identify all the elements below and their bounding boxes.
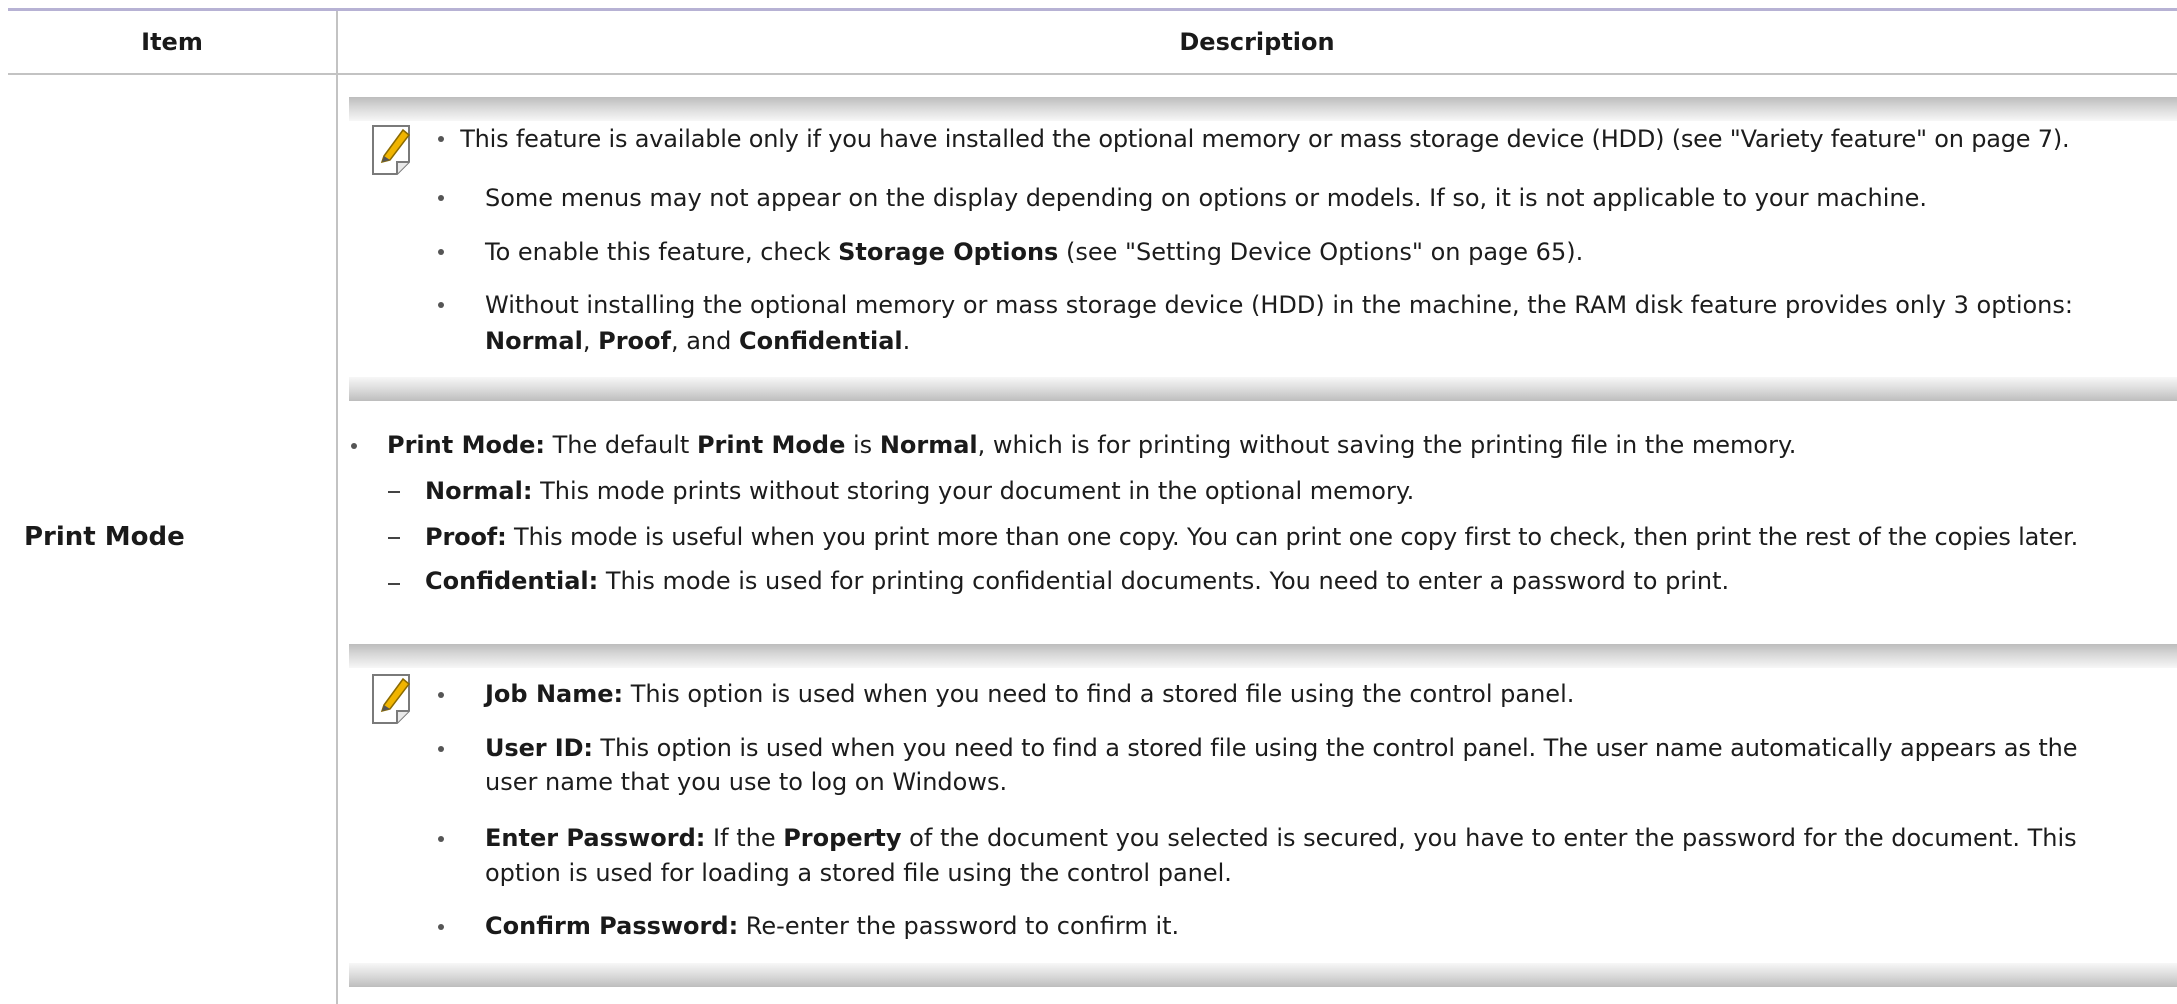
bullet xyxy=(438,249,444,255)
note1-bullet-1: This feature is available only if you ha… xyxy=(460,125,2070,153)
note2-confirm-password: Confirm Password: Re-enter the password … xyxy=(485,912,1180,940)
document-page: Item Description Print Mode This feature… xyxy=(0,0,2177,1004)
note2-enter-password: Enter Password: If the Property of the d… xyxy=(485,824,2077,852)
note1-bullet-4: Without installing the optional memory o… xyxy=(485,291,2073,319)
dash xyxy=(388,537,400,539)
bullet xyxy=(438,692,444,698)
note1-bullet-3: To enable this feature, check Storage Op… xyxy=(485,238,1584,266)
note1-bottom-band xyxy=(349,377,2177,401)
bullet xyxy=(351,443,357,449)
bullet xyxy=(438,136,444,142)
print-mode-intro: Print Mode: The default Print Mode is No… xyxy=(387,431,1797,459)
note-pencil-icon xyxy=(367,122,419,178)
header-description: Description xyxy=(1179,28,1335,56)
note1-top-band xyxy=(349,97,2177,121)
dash xyxy=(388,583,400,585)
option-confidential: Confidential: This mode is used for prin… xyxy=(425,567,1730,595)
option-normal: Normal: This mode prints without storing… xyxy=(425,477,1415,505)
bullet xyxy=(438,836,444,842)
header-item: Item xyxy=(141,28,203,56)
note1-bullet-2: Some menus may not appear on the display… xyxy=(485,184,1928,212)
header-divider xyxy=(8,73,2177,75)
note2-user-id: User ID: This option is used when you ne… xyxy=(485,734,2078,762)
note2-top-band xyxy=(349,644,2177,668)
note2-job-name: Job Name: This option is used when you n… xyxy=(485,680,1575,708)
dash xyxy=(388,491,400,493)
bullet xyxy=(438,195,444,201)
bullet xyxy=(438,924,444,930)
note-pencil-icon xyxy=(367,671,419,727)
note2-bottom-band xyxy=(349,963,2177,987)
option-proof: Proof: This mode is useful when you prin… xyxy=(425,523,2079,551)
note1-bullet-4-cont: Normal, Proof, and Confidential. xyxy=(485,327,911,355)
note2-user-id-cont: user name that you use to log on Windows… xyxy=(485,768,1008,796)
note2-enter-password-cont: option is used for loading a stored file… xyxy=(485,859,1232,887)
column-divider xyxy=(336,11,338,1004)
row-label-print-mode: Print Mode xyxy=(24,522,185,552)
bullet xyxy=(438,302,444,308)
bullet xyxy=(438,746,444,752)
